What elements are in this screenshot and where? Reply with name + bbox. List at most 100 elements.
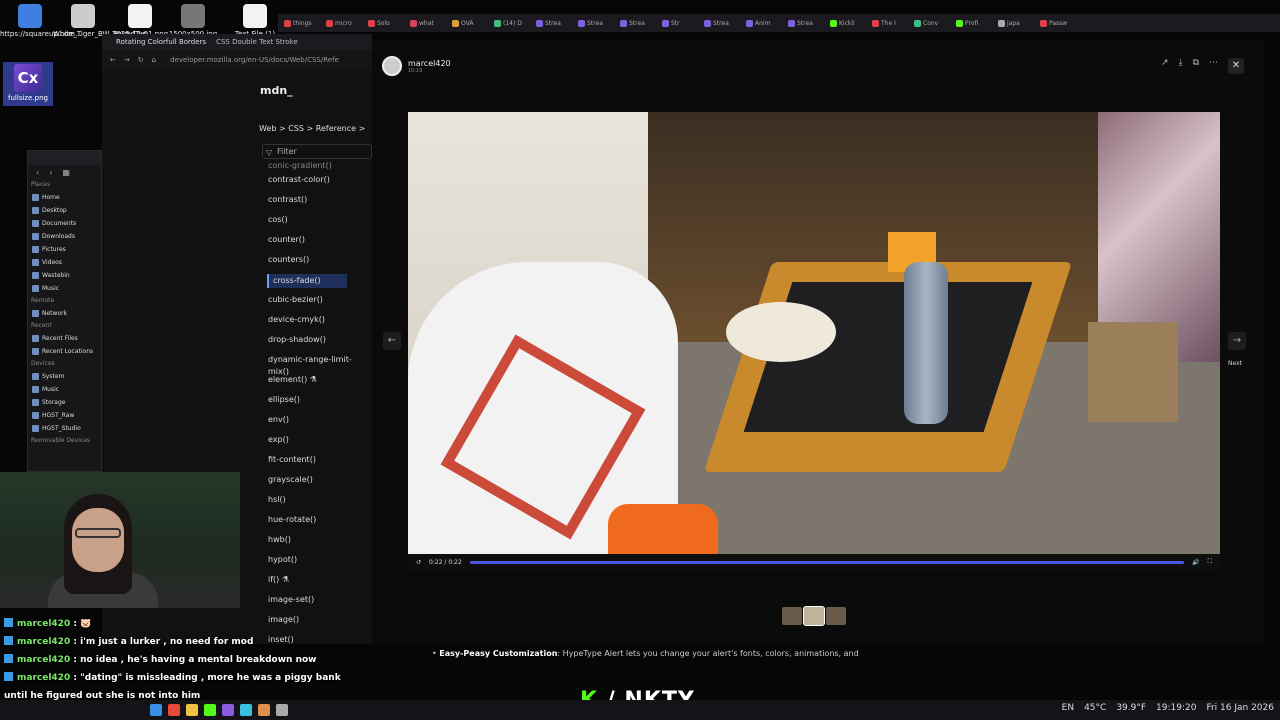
taskbar-app-icon[interactable]	[276, 704, 288, 716]
tab-double-text-stroke[interactable]: CSS Double Text Stroke	[216, 38, 298, 46]
sidebar-item[interactable]: fit-content()	[268, 454, 372, 474]
taskbar-app-icon[interactable]	[168, 704, 180, 716]
browser-tab[interactable]: micro	[326, 19, 364, 27]
browser-tab[interactable]: what	[410, 19, 448, 27]
sidebar-item[interactable]: exp()	[268, 434, 372, 454]
sidebar-item[interactable]: hue-rotate()	[268, 514, 372, 534]
places-item[interactable]: Storage	[28, 396, 101, 409]
sidebar-item[interactable]: cos()	[268, 214, 372, 234]
sidebar-item[interactable]: counter()	[268, 234, 372, 254]
volume-icon[interactable]: 🔊	[1192, 559, 1199, 566]
desktop-icon[interactable]: White_Tiger_BW_RoundTyp	[53, 4, 147, 38]
forward-icon[interactable]: →	[124, 56, 130, 64]
sidebar-item[interactable]: image-set()	[268, 594, 372, 614]
desktop-icon[interactable]: Text File (1)	[225, 4, 285, 38]
places-item[interactable]: Music	[28, 383, 101, 396]
places-item[interactable]: Desktop	[28, 204, 101, 217]
browser-tab[interactable]: Passw	[1040, 19, 1078, 27]
browser-tab[interactable]: Strea	[620, 19, 658, 27]
taskbar-app-icon[interactable]	[150, 704, 162, 716]
home-icon[interactable]: ⌂	[152, 56, 156, 64]
sidebar-item[interactable]: if() ⚗	[268, 574, 372, 594]
sidebar-item[interactable]: cross-fade()	[267, 274, 372, 294]
tab-rotating-borders[interactable]: Rotating Colorfull Borders	[116, 38, 206, 46]
reload-icon[interactable]: ↻	[138, 56, 144, 64]
browser-tab[interactable]: Strea	[578, 19, 616, 27]
places-item[interactable]: Pictures	[28, 243, 101, 256]
taskbar-app-icon[interactable]	[204, 704, 216, 716]
author-name[interactable]: marcel420	[408, 59, 451, 68]
thumbnail-active[interactable]	[803, 606, 825, 626]
clock-time[interactable]: 19:19:20	[1156, 703, 1196, 713]
taskbar-app-icon[interactable]	[222, 704, 234, 716]
taskbar-app-icon[interactable]	[186, 704, 198, 716]
replay-icon[interactable]: ↺	[416, 559, 421, 566]
browser-tab[interactable]: Strea	[704, 19, 742, 27]
sidebar-item[interactable]: hsl()	[268, 494, 372, 514]
clock-date[interactable]: Fri 16 Jan 2026	[1206, 703, 1274, 713]
sidebar-item[interactable]: device-cmyk()	[268, 314, 372, 334]
places-item[interactable]: Recent Files	[28, 332, 101, 345]
sidebar-item[interactable]: grayscale()	[268, 474, 372, 494]
taskbar-app-icon[interactable]	[258, 704, 270, 716]
sidebar-item[interactable]: env()	[268, 414, 372, 434]
fullscreen-icon[interactable]: ⛶	[1208, 558, 1212, 566]
next-button[interactable]: →	[1228, 332, 1246, 350]
taskbar-app-icon[interactable]	[240, 704, 252, 716]
avatar[interactable]	[382, 56, 402, 76]
sidebar-item[interactable]: dynamic-range-limit-mix()	[268, 354, 372, 376]
desktop-icon[interactable]: 1500x500.jpg	[163, 4, 223, 38]
places-item[interactable]: HGST_Studio	[28, 422, 101, 435]
language-indicator[interactable]: EN	[1062, 703, 1074, 713]
places-item[interactable]: Recent Locations	[28, 345, 101, 358]
download-icon[interactable]: ⤓	[1179, 58, 1183, 68]
desktop-icon[interactable]: https://squareup.com...	[0, 4, 82, 38]
browser-tab[interactable]: Solo	[368, 19, 406, 27]
places-item[interactable]: Documents	[28, 217, 101, 230]
progress-bar[interactable]	[469, 560, 1185, 564]
places-item[interactable]: Downloads	[28, 230, 101, 243]
thumbnail[interactable]	[782, 607, 802, 625]
sidebar-item[interactable]: element() ⚗	[268, 374, 372, 394]
browser-tab[interactable]: Profi	[956, 19, 994, 27]
fullsize-png-desktop-icon[interactable]: Cx fullsize.png	[3, 62, 53, 106]
places-item[interactable]: Videos	[28, 256, 101, 269]
video-frame[interactable]	[408, 112, 1220, 554]
places-item[interactable]: Wastebin	[28, 269, 101, 282]
browser-tab[interactable]: japa	[998, 19, 1036, 27]
url-bar[interactable]: developer.mozilla.org/en-US/docs/Web/CSS…	[170, 56, 339, 64]
browser-tab[interactable]: OVA	[452, 19, 490, 27]
more-icon[interactable]: ⋯	[1209, 58, 1218, 68]
browser-tab[interactable]: Conv	[914, 19, 952, 27]
open-external-icon[interactable]: ⧉	[1193, 58, 1199, 68]
mdn-logo[interactable]: mdn_	[102, 70, 372, 110]
back-icon[interactable]: ‹	[36, 168, 39, 177]
browser-tab[interactable]: (14) D	[494, 19, 532, 27]
sidebar-item[interactable]: drop-shadow()	[268, 334, 372, 354]
browser-tab[interactable]: Strea	[788, 19, 826, 27]
places-item[interactable]: Music	[28, 282, 101, 295]
close-button[interactable]: ✕	[1228, 58, 1244, 74]
share-icon[interactable]: ↗	[1161, 58, 1169, 68]
sidebar-item[interactable]: counters()	[268, 254, 372, 274]
sidebar-item[interactable]: hwb()	[268, 534, 372, 554]
places-item[interactable]: System	[28, 370, 101, 383]
back-icon[interactable]: ←	[110, 56, 116, 64]
previous-button[interactable]: ←	[383, 332, 401, 350]
places-item[interactable]: Home	[28, 191, 101, 204]
browser-tab[interactable]: things	[284, 19, 322, 27]
browser-tab[interactable]: Anim	[746, 19, 784, 27]
sidebar-item[interactable]: hypot()	[268, 554, 372, 574]
sidebar-item[interactable]: conic-gradient()	[268, 162, 372, 174]
places-item[interactable]: Network	[28, 307, 101, 320]
sidebar-item[interactable]: cubic-bezier()	[268, 294, 372, 314]
browser-tab[interactable]: Str	[662, 19, 700, 27]
browser-tab[interactable]: Strea	[536, 19, 574, 27]
places-item[interactable]: HGST_Raw	[28, 409, 101, 422]
sidebar-item[interactable]: contrast()	[268, 194, 372, 214]
filter-input[interactable]: ▽ Filter	[262, 144, 372, 159]
desktop-icon[interactable]: 2025-12-01.png	[110, 4, 170, 38]
browser-tab[interactable]: Kickli	[830, 19, 868, 27]
sidebar-item[interactable]: contrast-color()	[268, 174, 372, 194]
sidebar-item[interactable]: ellipse()	[268, 394, 372, 414]
